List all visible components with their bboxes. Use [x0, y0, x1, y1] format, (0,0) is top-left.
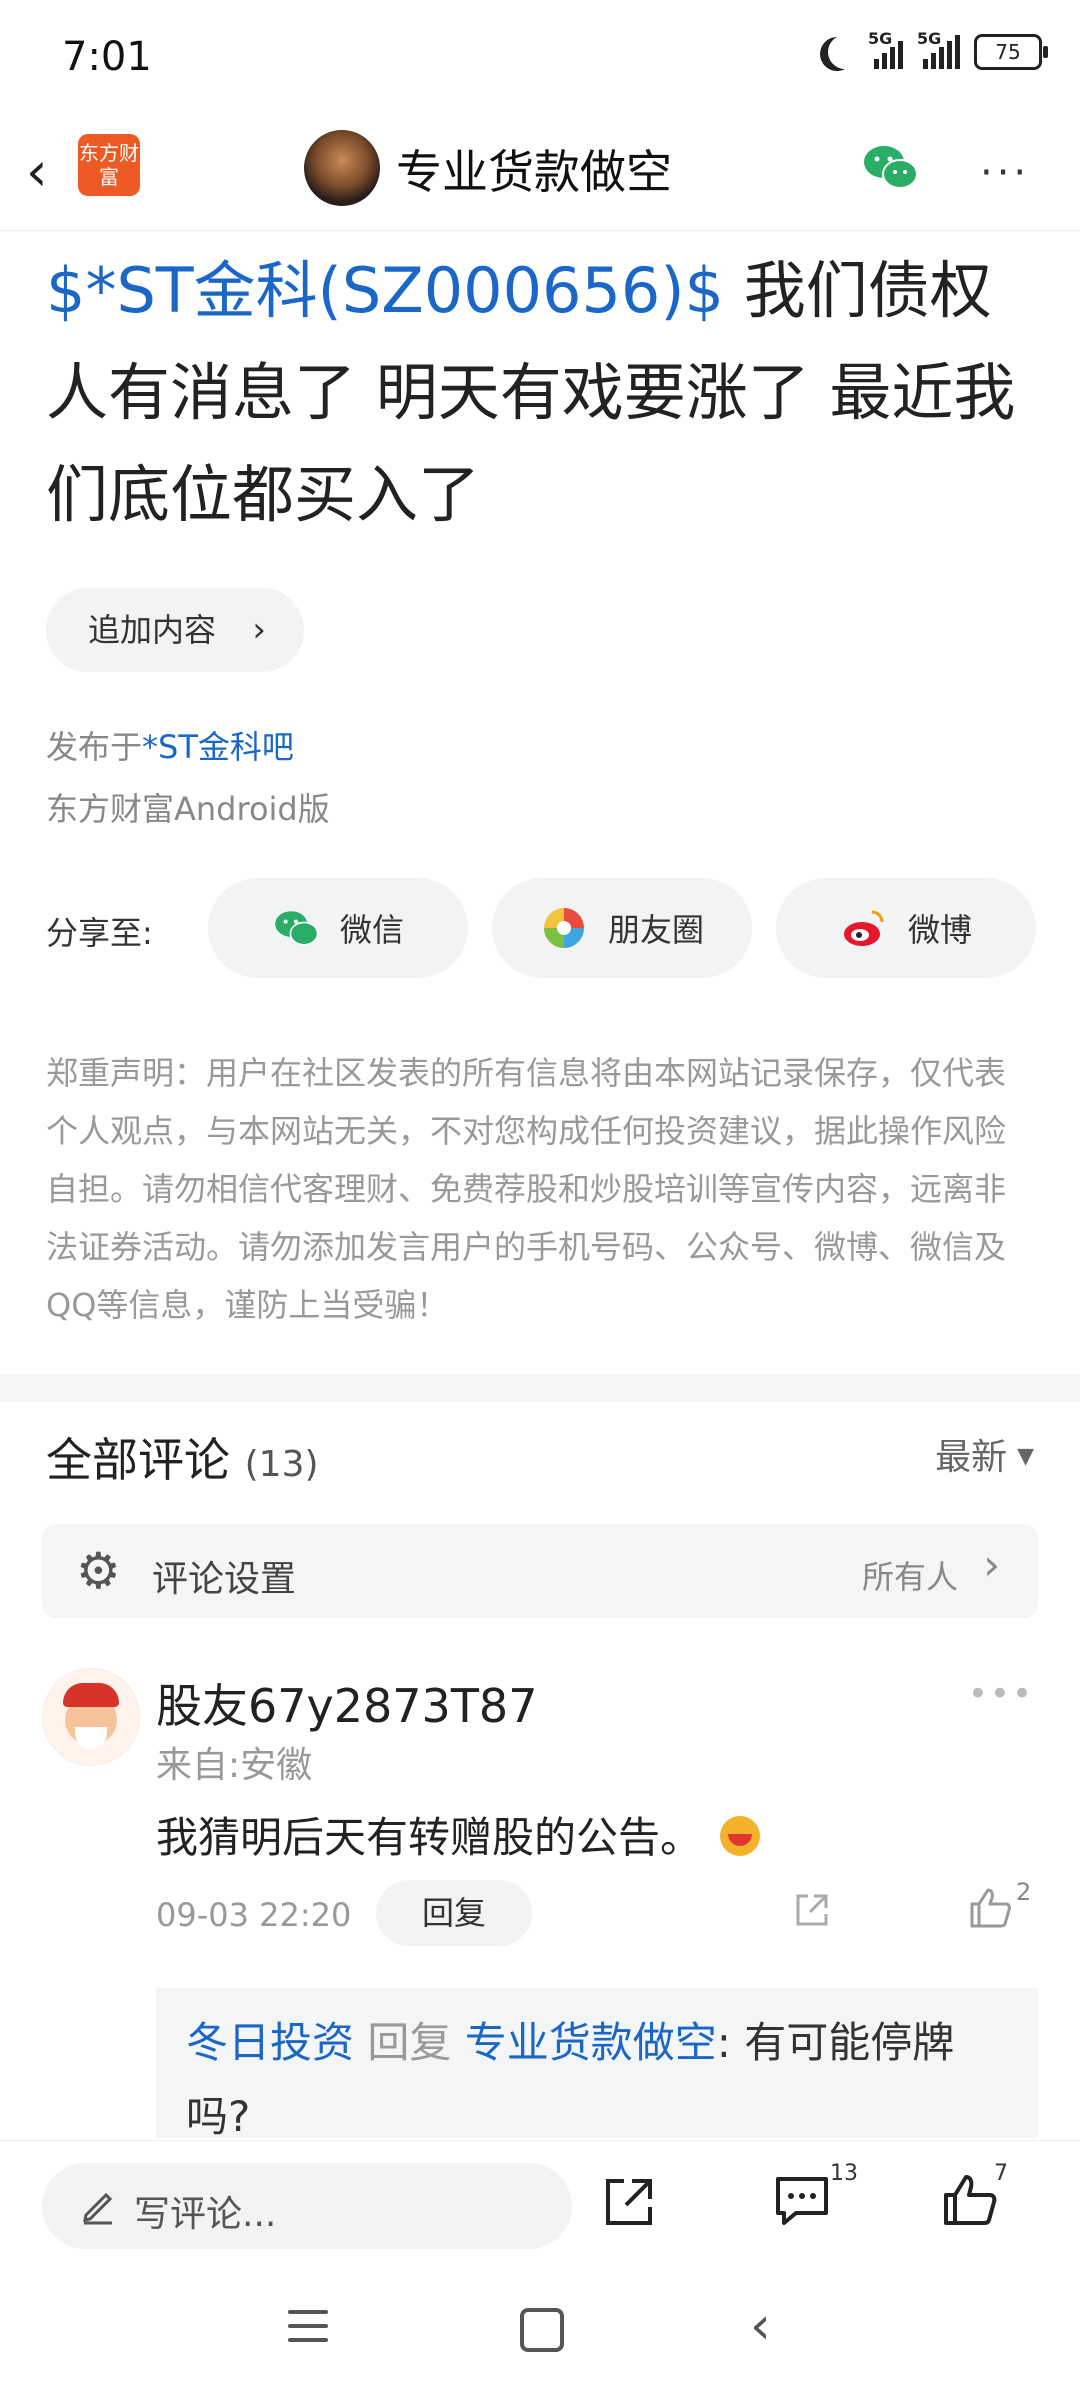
- wechat-icon: [275, 911, 319, 946]
- comment-icon[interactable]: [772, 2173, 832, 2229]
- system-back-button[interactable]: ‹: [750, 2296, 771, 2356]
- status-icons: 5G 5G 75: [820, 29, 1048, 70]
- status-bar: 7:01 5G 5G 75: [0, 0, 1080, 120]
- share-icon[interactable]: [600, 2173, 658, 2231]
- like-count-badge: 7: [994, 2161, 1008, 2186]
- home-button[interactable]: [520, 2308, 564, 2352]
- wechat-icon[interactable]: [860, 142, 920, 192]
- caret-down-icon: ▼: [1017, 1444, 1034, 1469]
- forum-link[interactable]: *ST金科吧: [142, 728, 294, 766]
- chevron-right-icon: ›: [983, 1540, 1000, 1589]
- author-name[interactable]: 专业货款做空: [396, 136, 672, 202]
- comment-date: 09-03 22:20: [156, 1896, 352, 1934]
- reply-to-user[interactable]: 专业货款做空: [465, 2018, 717, 2067]
- commenter-location: 来自:安徽: [156, 1745, 313, 1786]
- thumbs-up-icon[interactable]: [968, 1886, 1012, 1930]
- comments-title: 全部评论 (13): [46, 1433, 319, 1487]
- stock-tag-link[interactable]: $*ST金科(SZ000656)$: [46, 254, 724, 327]
- signal-icon: 5G: [868, 29, 903, 69]
- system-navigation-bar: ‹: [0, 2266, 1080, 2400]
- client-info: 东方财富Android版: [46, 790, 330, 828]
- append-content-button[interactable]: 追加内容 ›: [46, 588, 304, 672]
- bottom-action-bar: 写评论... 13 7: [0, 2140, 1080, 2267]
- share-label: 分享至:: [46, 914, 153, 952]
- commenter-avatar[interactable]: [42, 1668, 140, 1766]
- do-not-disturb-icon: [828, 35, 862, 69]
- chevron-left-icon: ‹: [26, 140, 48, 203]
- top-nav-bar: ‹ 东方财富 专业货款做空 ···: [0, 120, 1080, 231]
- comment-text: 我猜明后天有转赠股的公告。: [156, 1804, 761, 1865]
- comment-like-count: 2: [1016, 1878, 1032, 1906]
- reply-from-user[interactable]: 冬日投资: [186, 2018, 354, 2067]
- pencil-icon: [83, 2192, 113, 2225]
- battery-indicator: 75: [974, 34, 1048, 70]
- share-icon[interactable]: [792, 1890, 832, 1930]
- more-options-button[interactable]: ···: [980, 150, 1030, 196]
- published-in: 发布于*ST金科吧: [46, 728, 294, 766]
- signal-icon-2: 5G: [917, 29, 960, 69]
- author-avatar[interactable]: [304, 130, 380, 206]
- write-comment-input[interactable]: 写评论...: [42, 2163, 572, 2249]
- comments-count: (13): [244, 1444, 319, 1485]
- gear-icon: ⚙: [76, 1542, 121, 1600]
- moments-icon: [543, 908, 584, 948]
- comment-count-badge: 13: [830, 2161, 858, 2186]
- share-wechat-button[interactable]: 微信: [208, 878, 468, 978]
- app-logo[interactable]: 东方财富: [78, 134, 140, 196]
- sort-dropdown[interactable]: 最新 ▼: [935, 1428, 1034, 1480]
- share-moments-button[interactable]: 朋友圈: [492, 878, 752, 978]
- post-content: $*ST金科(SZ000656)$ 我们债权人有消息了 明天有戏要涨了 最近我们…: [46, 240, 1046, 546]
- reply-button[interactable]: 回复: [376, 1880, 532, 1946]
- comment-more-icon[interactable]: •••: [968, 1674, 1034, 1714]
- weibo-icon: [843, 910, 884, 946]
- comment-settings-label: 评论设置: [152, 1559, 297, 1600]
- commenter-name[interactable]: 股友67y2873T87: [156, 1670, 537, 1736]
- laugh-emoji-icon: [720, 1816, 761, 1856]
- sub-reply[interactable]: 冬日投资 回复 专业货款做空: 有可能停牌吗?: [156, 1988, 1038, 2138]
- status-time: 7:01: [62, 34, 152, 80]
- share-weibo-button[interactable]: 微博: [776, 878, 1036, 978]
- write-comment-placeholder: 写评论...: [134, 2194, 277, 2235]
- chevron-right-icon: ›: [252, 610, 266, 650]
- disclaimer-text: 郑重声明：用户在社区发表的所有信息将由本网站记录保存，仅代表个人观点，与本网站无…: [46, 1054, 1007, 1324]
- reply-verb: 回复: [367, 2018, 452, 2067]
- comment-settings-bar[interactable]: ⚙ 评论设置 所有人 ›: [42, 1524, 1038, 1618]
- comment-settings-value: 所有人: [861, 1558, 958, 1596]
- thumbs-up-icon[interactable]: [940, 2171, 998, 2229]
- recent-apps-button[interactable]: [288, 2310, 328, 2344]
- back-button[interactable]: ‹: [26, 140, 48, 203]
- section-divider: [0, 1374, 1080, 1402]
